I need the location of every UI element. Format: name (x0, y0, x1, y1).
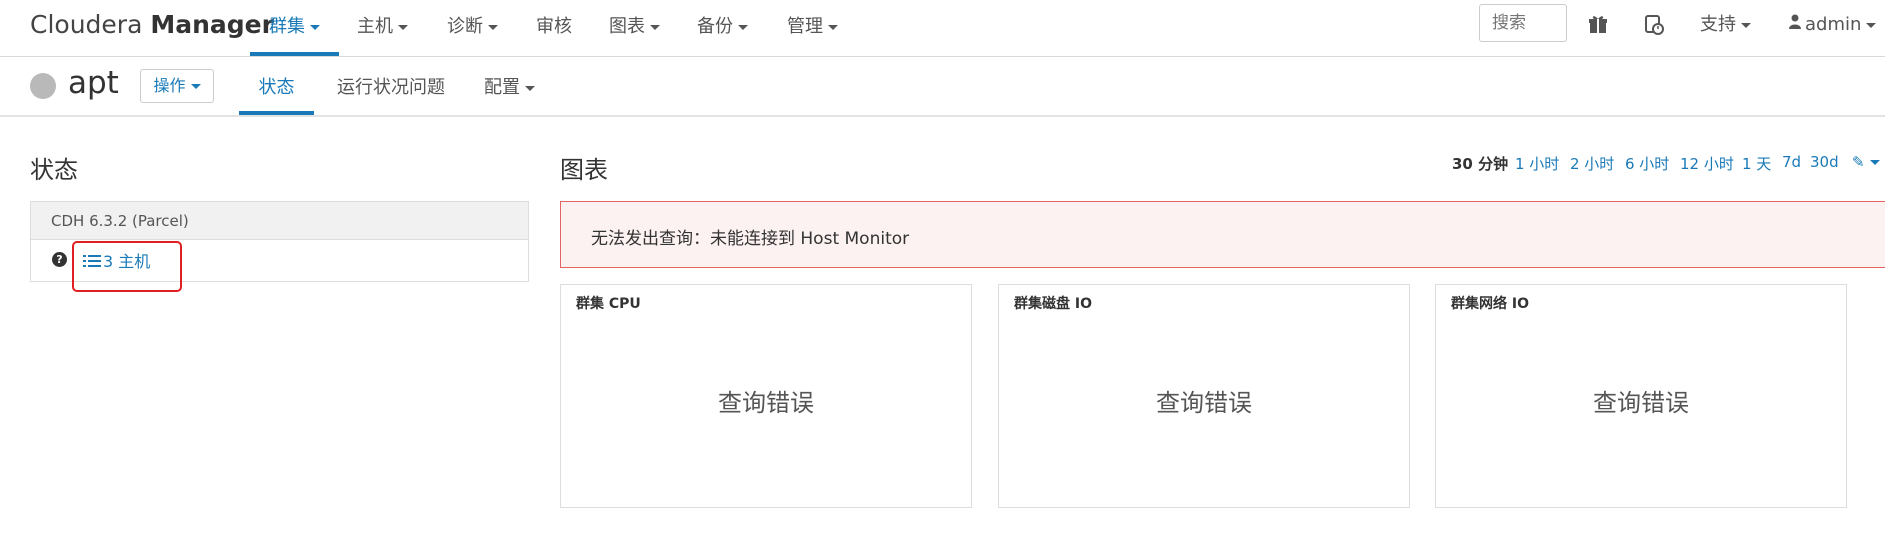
nav-charts[interactable]: 图表 (609, 0, 660, 56)
time-range-7d[interactable]: 7d (1782, 153, 1801, 171)
chart-panel-error: 查询错误 (1156, 389, 1252, 417)
chart-panel-error: 查询错误 (718, 389, 814, 417)
nav-audits[interactable]: 审核 (536, 0, 572, 56)
cluster-status-icon (30, 73, 56, 99)
nav-diagnostics[interactable]: 诊断 (447, 0, 498, 56)
charts-heading: 图表 (560, 156, 608, 184)
actions-button[interactable]: 操作 (140, 69, 214, 103)
chevron-down-icon (398, 24, 408, 30)
highlight-annotation (72, 241, 182, 292)
time-range-30d[interactable]: 30d (1810, 153, 1839, 171)
chart-panel-cpu: 群集 CPU 查询错误 (560, 284, 972, 508)
chevron-down-icon (650, 24, 660, 30)
chevron-down-icon (190, 84, 201, 89)
chart-panel-disk-io: 群集磁盘 IO 查询错误 (998, 284, 1410, 508)
user-icon (1789, 0, 1801, 52)
tab-health-issues[interactable]: 运行状况问题 (337, 57, 445, 115)
chart-panel-title: 群集磁盘 IO (1014, 296, 1092, 312)
time-range-12h[interactable]: 12 小时 (1680, 153, 1734, 174)
cluster-name: apt (68, 65, 119, 101)
status-heading: 状态 (30, 156, 78, 184)
tab-configuration[interactable]: 配置 (484, 57, 535, 115)
cdh-version: CDH 6.3.2 (Parcel) (31, 202, 528, 240)
pencil-icon: ✎ (1852, 153, 1865, 171)
edit-range-button[interactable]: ✎ (1852, 153, 1880, 171)
user-menu[interactable]: admin (1789, 0, 1877, 54)
chart-panel-title: 群集网络 IO (1451, 296, 1529, 312)
chevron-down-icon (828, 24, 838, 30)
chevron-down-icon (738, 24, 748, 30)
tab-status[interactable]: 状态 (239, 57, 314, 115)
running-commands-icon[interactable] (1643, 14, 1665, 36)
time-range-6h[interactable]: 6 小时 (1625, 153, 1669, 174)
brand-logo[interactable]: Cloudera Manager (30, 10, 274, 39)
chevron-down-icon (1741, 22, 1751, 28)
time-range-1d[interactable]: 1 天 (1742, 153, 1771, 174)
time-range-30m[interactable]: 30 分钟 (1452, 153, 1508, 174)
chevron-down-icon (1866, 22, 1877, 28)
chevron-down-icon (1869, 160, 1880, 165)
chevron-down-icon (525, 85, 535, 91)
chevron-down-icon (310, 24, 320, 30)
chart-panel-error: 查询错误 (1593, 389, 1689, 417)
nav-hosts[interactable]: 主机 (357, 0, 408, 56)
nav-clusters[interactable]: 群集 (250, 0, 339, 56)
chevron-down-icon (488, 24, 498, 30)
support-menu[interactable]: 支持 (1700, 0, 1751, 54)
gift-icon[interactable] (1588, 14, 1610, 36)
chart-panel-network-io: 群集网络 IO 查询错误 (1435, 284, 1847, 508)
question-icon[interactable]: ? (52, 252, 67, 267)
chart-panel-title: 群集 CPU (576, 296, 641, 312)
time-range-2h[interactable]: 2 小时 (1570, 153, 1614, 174)
nav-backup[interactable]: 备份 (697, 0, 748, 56)
search-input[interactable] (1479, 4, 1567, 42)
nav-administration[interactable]: 管理 (787, 0, 838, 56)
error-alert: 无法发出查询：未能连接到 Host Monitor (560, 201, 1885, 268)
time-range-1h[interactable]: 1 小时 (1515, 153, 1559, 174)
